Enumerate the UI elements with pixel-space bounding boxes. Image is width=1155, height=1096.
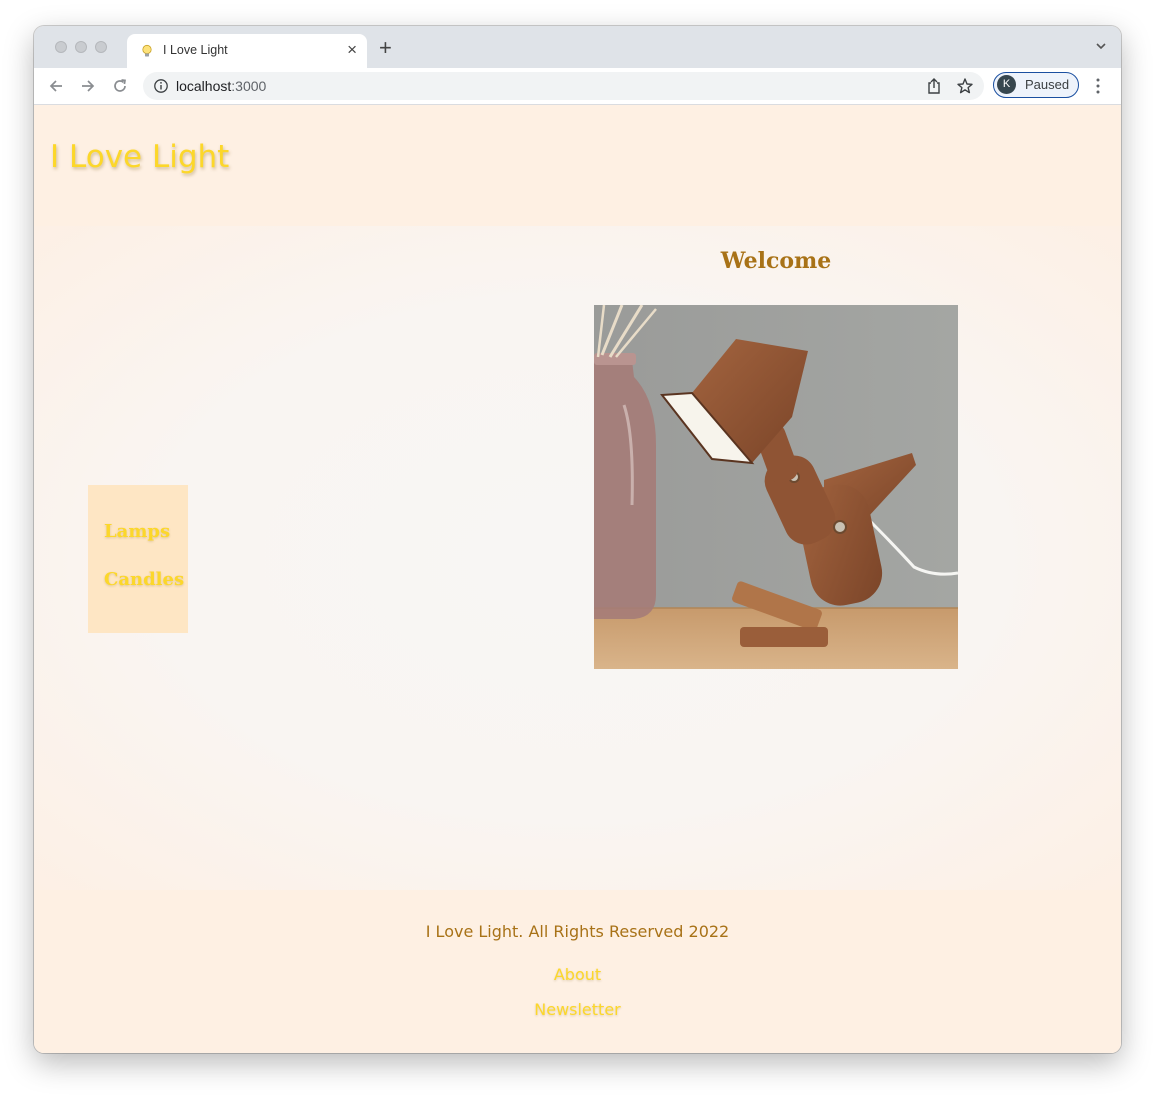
browser-window: I Love Light × + localhost:3000 K Paused… xyxy=(34,26,1121,1053)
info-icon[interactable] xyxy=(153,78,169,94)
hero-image xyxy=(594,305,958,669)
tab-title: I Love Light xyxy=(163,43,228,57)
star-icon[interactable] xyxy=(956,77,974,95)
forward-arrow-icon[interactable] xyxy=(79,77,97,95)
profile-status: Paused xyxy=(1025,77,1070,92)
profile-button[interactable]: K Paused xyxy=(993,72,1079,98)
reload-icon[interactable] xyxy=(111,77,129,95)
more-vertical-icon[interactable] xyxy=(1094,77,1102,95)
welcome-heading: Welcome xyxy=(720,248,832,274)
browser-tab[interactable]: I Love Light × xyxy=(127,34,367,68)
main-content: Lamps Candles Welcome xyxy=(34,226,1121,890)
site-footer: I Love Light. All Rights Reserved 2022 A… xyxy=(34,890,1121,1053)
chevron-down-icon[interactable] xyxy=(1095,40,1107,52)
footer-link-newsletter[interactable]: Newsletter xyxy=(34,1000,1121,1019)
share-icon[interactable] xyxy=(926,77,942,95)
avatar: K xyxy=(997,75,1016,94)
window-minimize-control[interactable] xyxy=(75,41,87,53)
lightbulb-favicon-icon xyxy=(142,44,152,57)
site-title[interactable]: I Love Light xyxy=(50,139,229,175)
window-zoom-control[interactable] xyxy=(95,41,107,53)
address-bar[interactable]: localhost:3000 xyxy=(143,72,984,100)
close-icon[interactable]: × xyxy=(347,40,357,60)
nav-link-lamps[interactable]: Lamps xyxy=(104,521,170,542)
copyright-text: I Love Light. All Rights Reserved 2022 xyxy=(425,922,730,941)
url-text: localhost:3000 xyxy=(176,78,267,94)
plus-icon[interactable]: + xyxy=(379,37,392,59)
tab-strip: I Love Light × + xyxy=(34,26,1121,68)
wooden-dinosaur-lamp-photo xyxy=(594,305,958,669)
window-close-control[interactable] xyxy=(55,41,67,53)
web-page: I Love Light Lamps Candles Welcome I Lov… xyxy=(34,105,1121,1053)
side-navigation: Lamps Candles xyxy=(88,485,188,633)
back-arrow-icon[interactable] xyxy=(47,77,65,95)
footer-link-about[interactable]: About xyxy=(34,965,1121,984)
browser-toolbar: localhost:3000 K Paused xyxy=(34,68,1121,105)
nav-link-candles[interactable]: Candles xyxy=(104,569,184,590)
